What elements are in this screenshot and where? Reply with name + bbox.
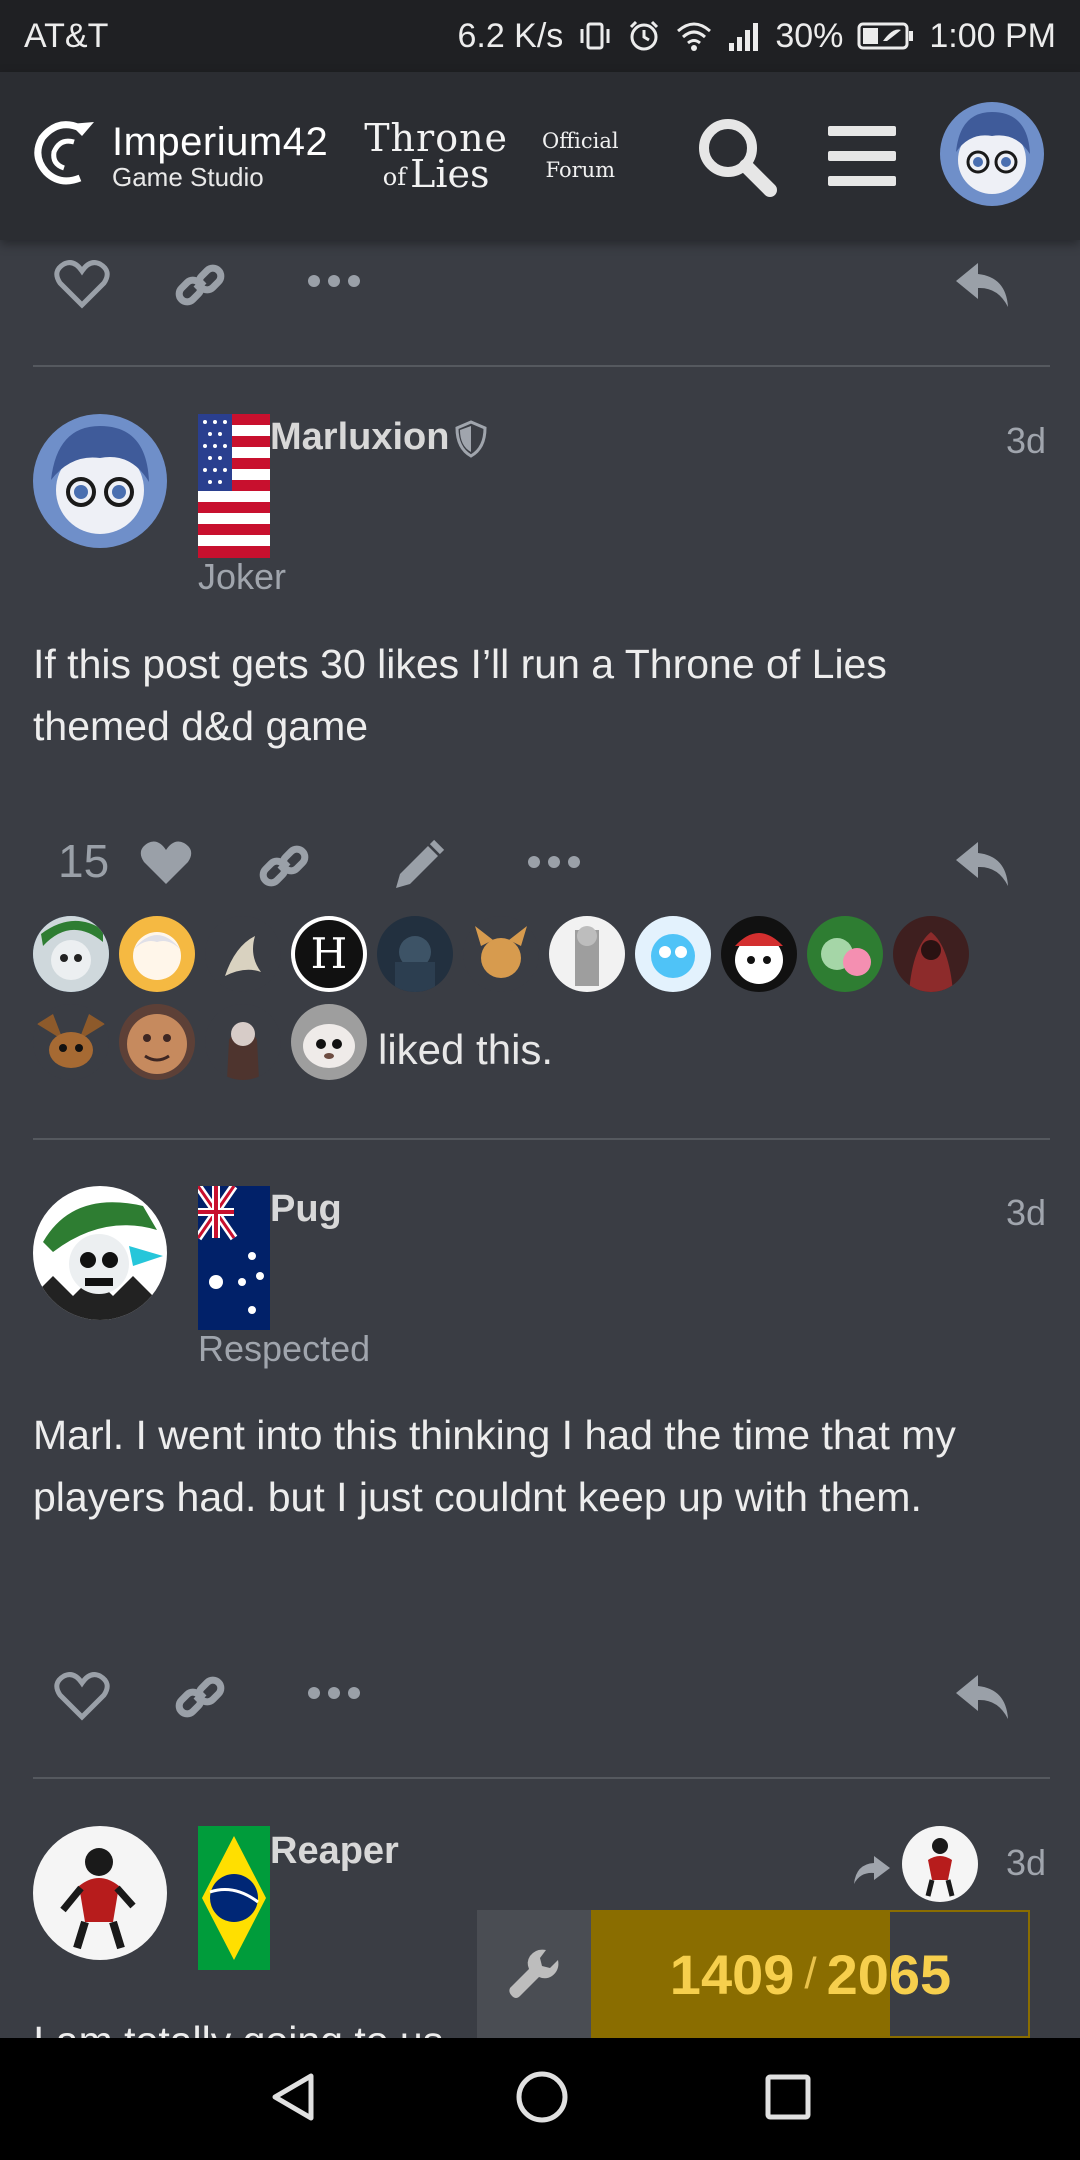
- post-body: Marl. I went into this thinking I had th…: [33, 1412, 956, 1520]
- carrier-label: AT&T: [24, 16, 109, 55]
- recents-icon[interactable]: [763, 2072, 813, 2127]
- more-icon[interactable]: [306, 1685, 362, 1701]
- edit-icon[interactable]: [390, 838, 446, 894]
- post-divider: [33, 1138, 1050, 1140]
- liker-avatar[interactable]: H: [291, 916, 367, 992]
- brand-subtitle: Game Studio: [112, 162, 264, 192]
- post-counter: 1409 / 2065: [593, 1912, 1028, 2036]
- battery-percent: 30%: [775, 16, 844, 55]
- liker-avatar[interactable]: [463, 916, 539, 992]
- username[interactable]: Reaper: [270, 1830, 399, 1873]
- forum-line1: Official: [542, 128, 619, 153]
- like-icon[interactable]: [54, 259, 110, 309]
- flag-usa-icon: [198, 414, 270, 558]
- post-divider: [33, 1777, 1050, 1779]
- wrench-icon: [509, 1949, 559, 1998]
- liker-avatar[interactable]: [549, 916, 625, 992]
- liker-avatar[interactable]: [33, 1004, 109, 1080]
- link-icon[interactable]: [172, 257, 228, 313]
- post-date[interactable]: 3d: [1006, 1192, 1046, 1234]
- official-forum-label: Official Forum: [542, 127, 619, 186]
- liked-this-label: liked this.: [378, 1026, 554, 1073]
- avatar[interactable]: [33, 414, 167, 548]
- user-title: Joker: [198, 556, 287, 597]
- avatar[interactable]: [33, 1826, 167, 1960]
- forum-line2: Forum: [545, 158, 616, 182]
- wifi-icon: [675, 19, 713, 53]
- svg-text:H: H: [311, 929, 348, 978]
- post-date[interactable]: 3d: [1006, 1842, 1046, 1884]
- user-avatar[interactable]: [940, 102, 1044, 206]
- like-icon[interactable]: [138, 838, 194, 888]
- post-date[interactable]: 3d: [1006, 420, 1046, 462]
- navigation-bar: [0, 2038, 1080, 2160]
- home-icon[interactable]: [514, 2069, 570, 2130]
- post-divider: [33, 365, 1050, 367]
- admin-wrench-button[interactable]: [477, 1910, 591, 2038]
- logo-line1: Throne: [364, 115, 509, 160]
- liker-avatar[interactable]: [205, 1004, 281, 1080]
- reply-to-avatar[interactable]: [902, 1826, 978, 1902]
- liker-avatar[interactable]: [377, 916, 453, 992]
- liker-avatar[interactable]: [33, 916, 109, 992]
- brand-name: Imperium42: [112, 120, 329, 164]
- counter-separator: /: [804, 1949, 817, 1998]
- reply-icon[interactable]: [954, 1673, 1010, 1721]
- liker-avatar[interactable]: [807, 916, 883, 992]
- link-icon[interactable]: [256, 838, 312, 894]
- search-icon[interactable]: [694, 114, 780, 205]
- liker-avatar[interactable]: [893, 916, 969, 992]
- who-liked: H liked this.: [33, 916, 1050, 1096]
- liker-avatar[interactable]: [205, 916, 281, 992]
- liker-avatar[interactable]: [721, 916, 797, 992]
- battery-icon: [857, 21, 915, 51]
- like-count: 15: [58, 835, 110, 887]
- username[interactable]: Marluxion: [270, 416, 449, 459]
- liker-avatar[interactable]: [291, 1004, 367, 1080]
- liker-avatar[interactable]: [635, 916, 711, 992]
- user-title: Respected: [198, 1328, 371, 1369]
- menu-icon[interactable]: [826, 120, 898, 197]
- post-body: If this post gets 30 likes I’ll run a Th…: [33, 641, 887, 749]
- current-post-number: 1409: [669, 1942, 795, 2006]
- back-icon[interactable]: [267, 2070, 321, 2129]
- logo-line2: Lies: [410, 152, 490, 196]
- username[interactable]: Pug: [270, 1188, 342, 1231]
- liker-avatar[interactable]: [119, 916, 195, 992]
- more-icon[interactable]: [306, 273, 362, 289]
- topic-progress[interactable]: 1409 / 2065: [477, 1910, 1030, 2038]
- throne-of-lies-logo[interactable]: Throne of Lies: [364, 115, 509, 193]
- alarm-icon: [627, 19, 661, 53]
- vibrate-icon: [577, 18, 613, 54]
- liker-avatar[interactable]: [119, 1004, 195, 1080]
- post-actions: 15: [0, 820, 1080, 900]
- network-speed: 6.2 K/s: [457, 16, 564, 55]
- imperium42-swirl-icon: [30, 120, 104, 193]
- reply-icon[interactable]: [954, 261, 1010, 309]
- like-icon[interactable]: [54, 1671, 110, 1721]
- link-icon[interactable]: [172, 1669, 228, 1725]
- reply-icon[interactable]: [954, 840, 1010, 888]
- logo-of: of: [382, 163, 407, 192]
- signal-icon: [727, 21, 761, 51]
- status-bar: AT&T 6.2 K/s 30% 1:00 PM: [0, 0, 1080, 72]
- topic-stream: Marluxion 3d Joker If this post gets 30 …: [0, 240, 1080, 2038]
- reply-to-arrow-icon: [852, 1854, 892, 1891]
- total-posts-number: 2065: [826, 1942, 952, 2006]
- imperium42-logo[interactable]: Imperium42 Game Studio: [30, 120, 328, 193]
- moderator-shield-icon: [454, 420, 488, 463]
- more-icon[interactable]: [526, 854, 582, 870]
- avatar[interactable]: [33, 1186, 167, 1320]
- clock: 1:00 PM: [929, 16, 1056, 55]
- post-actions: [0, 243, 1080, 323]
- progress-bar[interactable]: 1409 / 2065: [591, 1910, 1030, 2038]
- forum-header: Imperium42 Game Studio Throne of Lies Off…: [0, 72, 1080, 240]
- flag-brazil-icon: [198, 1826, 270, 1970]
- flag-australia-icon: [198, 1186, 270, 1330]
- post-actions: [0, 1655, 1080, 1735]
